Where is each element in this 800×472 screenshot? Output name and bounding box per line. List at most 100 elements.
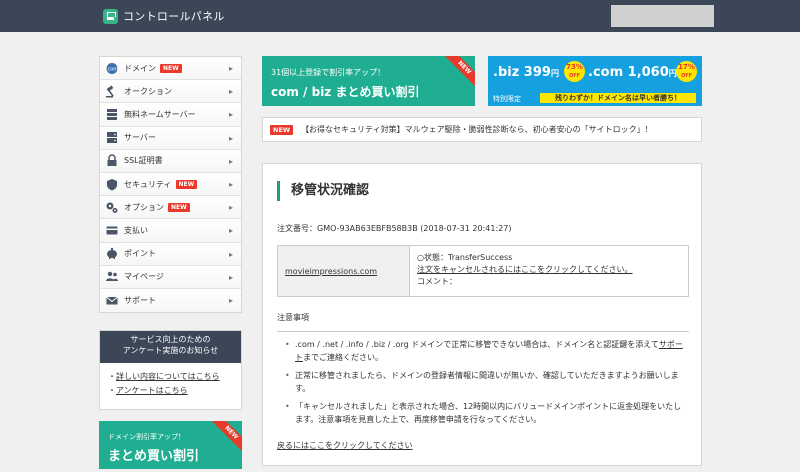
notice-bar[interactable]: NEW 【お得なセキュリティ対策】マルウェア駆除・脆弱性診断なら、初心者安心の「…	[262, 117, 702, 142]
com-discount-value: 17%	[678, 63, 695, 71]
comment-text: コメント：	[417, 277, 457, 286]
sidebar-item-domain[interactable]: .com ドメイン NEW ▸	[100, 57, 241, 81]
piggy-icon	[105, 247, 119, 260]
sidebar-item-label: 支払い	[124, 225, 148, 235]
server-icon	[105, 108, 119, 121]
notice-text: 【お得なセキュリティ対策】マルウェア駆除・脆弱性診断なら、初心者安心の「サイトロ…	[301, 125, 653, 134]
sidebar-item-label: サポート	[124, 295, 156, 305]
sidebar-item-option[interactable]: オプション NEW ▸	[100, 196, 241, 220]
chevron-right-icon: ▸	[228, 179, 233, 189]
chevron-right-icon: ▸	[228, 295, 233, 305]
mail-icon	[105, 294, 119, 307]
sidebar-item-point[interactable]: ポイント ▸	[100, 242, 241, 266]
sidebar-item-label: 無料ネームサーバー	[124, 109, 196, 119]
shield-icon	[105, 178, 119, 191]
survey-answer-link[interactable]: アンケートはこちら	[116, 386, 188, 395]
survey-box: サービス向上のための アンケート実施のお知らせ ・詳しい内容についてはこちら ・…	[99, 330, 242, 410]
status-cell: ○状態：TransferSuccess 注文をキャンセルされるにはここをクリック…	[410, 246, 640, 296]
transfer-info-table: movieimpressions.com ○状態：TransferSuccess…	[277, 245, 689, 297]
survey-details-link[interactable]: 詳しい内容についてはこちら	[116, 372, 220, 381]
new-ribbon: NEW	[442, 56, 475, 90]
domain-link[interactable]: movieimpressions.com	[285, 267, 377, 276]
back-link[interactable]: 戻るにはここをクリックしてください	[277, 441, 413, 450]
banner-title: com / biz まとめ買い割引	[271, 85, 420, 99]
note-item: 「キャンセルされました」と表示された場合、12時間以内にバリュードメインポイント…	[285, 400, 685, 426]
sidebar-item-free-nameserver[interactable]: 無料ネームサーバー ▸	[100, 103, 241, 127]
logo[interactable]: コントロールパネル	[103, 8, 225, 24]
chevron-right-icon: ▸	[228, 226, 233, 236]
new-badge: NEW	[175, 179, 198, 189]
status-text: ○状態：TransferSuccess	[417, 253, 513, 262]
sidebar-item-label: ポイント	[124, 249, 156, 259]
chevron-right-icon: ▸	[228, 203, 233, 213]
sidebar-item-security[interactable]: セキュリティ NEW ▸	[100, 172, 241, 197]
chevron-right-icon: ▸	[228, 272, 233, 282]
bulk-discount-side-banner[interactable]: ドメイン割引率アップ！ まとめ買い割引 NEW	[99, 421, 242, 469]
gavel-icon	[105, 85, 119, 98]
sidebar-item-ssl[interactable]: SSL証明書 ▸	[100, 149, 241, 173]
sidebar-item-auction[interactable]: オークション ▸	[100, 80, 241, 104]
survey-links: ・詳しい内容についてはこちら ・アンケートはこちら	[100, 363, 241, 405]
bulk-discount-banner[interactable]: 31個以上登録で割引率アップ！ com / biz まとめ買い割引 NEW	[262, 56, 475, 106]
sidebar-item-mypage[interactable]: マイページ ▸	[100, 265, 241, 289]
banner-title: まとめ買い割引	[108, 449, 200, 464]
gears-icon	[105, 201, 119, 214]
dotcom-icon: .com	[105, 62, 119, 75]
survey-title-line1: サービス向上のための	[130, 335, 211, 344]
survey-link-item: ・詳しい内容についてはこちら	[108, 370, 233, 384]
transfer-status-panel: 移管状況確認 注文番号：GMO-93AB63EBFB58B3B (2018-07…	[262, 163, 702, 466]
sidebar-item-support[interactable]: サポート ▸	[100, 288, 241, 313]
biz-discount-label: OFF	[568, 73, 581, 79]
chevron-right-icon: ▸	[228, 87, 233, 97]
sidebar-item-label: オークション	[124, 86, 172, 96]
notes-heading: 注意事項	[277, 312, 689, 332]
order-number: 注文番号：GMO-93AB63EBFB58B3B (2018-07-31 20:…	[277, 224, 512, 233]
com-discount-label: OFF	[680, 73, 693, 79]
chevron-right-icon: ▸	[228, 110, 233, 120]
control-panel-icon	[103, 8, 118, 24]
new-ribbon: NEW	[209, 421, 242, 455]
biz-discount-value: 73%	[566, 63, 583, 71]
sidebar-item-label: セキュリティ	[124, 179, 172, 189]
domain-cell: movieimpressions.com	[278, 246, 410, 296]
sidebar-item-label: SSL証明書	[124, 156, 163, 166]
new-badge: NEW	[168, 202, 190, 212]
app-title: コントロールパネル	[123, 10, 225, 23]
note-item: 正常に移管されましたら、ドメインの登録者情報に間違いが無いか、確認していただきま…	[285, 369, 685, 395]
page-title: 移管状況確認	[291, 183, 370, 198]
banner-strip: 残りわずか！ドメイン名は早い者勝ち！	[540, 93, 696, 103]
top-header: コントロールパネル	[0, 0, 800, 32]
com-price-value: .com 1,060	[588, 65, 669, 80]
chevron-right-icon: ▸	[228, 64, 233, 73]
cancel-order-link[interactable]: 注文をキャンセルされるにはここをクリックしてください。	[417, 265, 633, 274]
survey-header: サービス向上のための アンケート実施のお知らせ	[100, 331, 241, 363]
note-text: までご連絡ください。	[303, 353, 383, 362]
biz-price: .biz 399円	[493, 65, 559, 80]
chevron-right-icon: ▸	[228, 249, 233, 259]
biz-price-value: .biz 399	[493, 65, 551, 80]
lock-icon	[105, 154, 119, 167]
svg-text:.com: .com	[106, 66, 118, 72]
sidebar-item-label: マイページ	[124, 272, 164, 282]
notes-list: .com / .net / .info / .biz / .org ドメインで正…	[285, 338, 685, 431]
banner-subtitle: ドメイン割引率アップ！	[108, 433, 185, 441]
biz-price-unit: 円	[550, 69, 559, 78]
user-account-box[interactable]	[611, 5, 714, 27]
back-link-wrap: 戻るにはここをクリックしてください	[277, 440, 413, 451]
sidebar-item-payment[interactable]: 支払い ▸	[100, 219, 241, 243]
sidebar-item-server[interactable]: サーバー ▸	[100, 126, 241, 150]
note-item: .com / .net / .info / .biz / .org ドメインで正…	[285, 338, 685, 364]
card-icon	[105, 224, 119, 237]
chevron-right-icon: ▸	[228, 133, 233, 143]
new-badge: NEW	[270, 124, 294, 135]
limited-tag: 特別限定	[493, 95, 521, 103]
chevron-right-icon: ▸	[228, 156, 233, 166]
users-icon	[105, 270, 119, 283]
note-text: .com / .net / .info / .biz / .org ドメインで正…	[295, 340, 659, 349]
bullet: ・	[108, 386, 116, 395]
com-price: .com 1,060円	[588, 65, 677, 80]
price-campaign-banner[interactable]: .biz 399円 73% OFF .com 1,060円 17% OFF 特別…	[488, 56, 702, 106]
bullet: ・	[108, 372, 116, 381]
server-stack-icon	[105, 131, 119, 144]
biz-discount-badge: 73% OFF	[564, 61, 585, 82]
